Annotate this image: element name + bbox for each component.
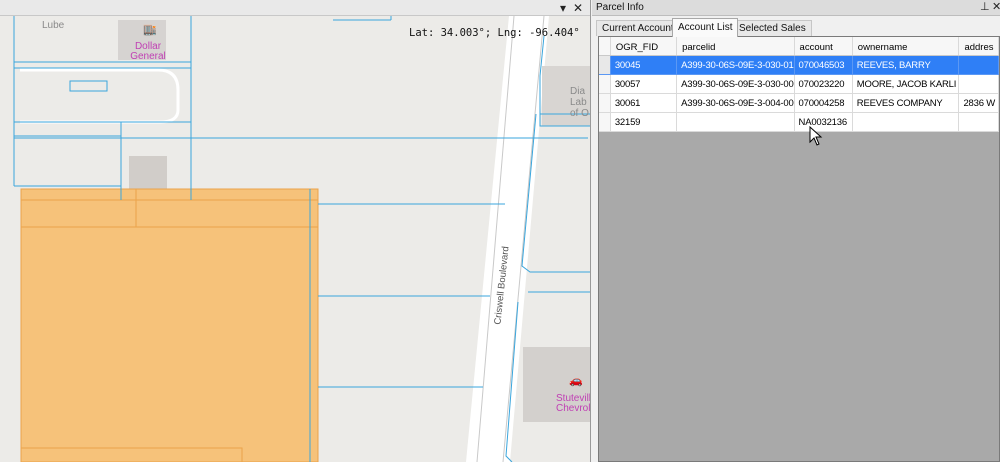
row-selector[interactable] (599, 74, 611, 94)
selected-parcel[interactable] (20, 188, 319, 462)
table-header-row: OGR_FID parcelid account ownername addre… (599, 37, 999, 56)
cell-ogr-fid[interactable]: 30061 (610, 93, 678, 113)
cell-account[interactable]: 070023220 (794, 74, 853, 94)
column-header-account[interactable]: account (794, 37, 853, 56)
close-icon[interactable]: ✕ (992, 1, 1000, 14)
cell-account[interactable]: NA0032136 (794, 112, 853, 132)
cell-ownername[interactable]: REEVES, BARRY (852, 55, 960, 75)
map-panel[interactable]: ▾ ✕ Lube 🏬 Dollar General Dia Lab of O C… (0, 0, 591, 462)
row-selector-header[interactable] (599, 37, 611, 56)
cell-address[interactable] (958, 74, 999, 94)
cell-address[interactable]: 2836 W (958, 93, 999, 113)
map-titlebar: ▾ ✕ (0, 0, 590, 16)
close-icon[interactable]: ✕ (573, 1, 583, 15)
table-row[interactable]: 30057 A399-30-06S-09E-3-030-00 070023220… (599, 74, 999, 94)
cell-account[interactable]: 070046503 (794, 55, 853, 75)
column-header-parcelid[interactable]: parcelid (676, 37, 795, 56)
table-row[interactable]: 32159 NA0032136 (599, 112, 999, 132)
row-selector[interactable] (599, 93, 611, 113)
cell-parcelid[interactable]: A399-30-06S-09E-3-030-00 (676, 74, 795, 94)
cell-ogr-fid[interactable]: 30057 (610, 74, 678, 94)
dollar-general-label-2: General (130, 51, 166, 62)
row-selector[interactable] (599, 55, 611, 75)
tab-current-account[interactable]: Current Account (596, 20, 680, 36)
column-header-ogr-fid[interactable]: OGR_FID (610, 37, 678, 56)
driveway (20, 68, 180, 124)
store-icon: 🏬 (143, 24, 157, 36)
account-table: OGR_FID parcelid account ownername addre… (599, 37, 999, 132)
car-icon: 🚗 (569, 375, 583, 387)
cell-parcelid[interactable] (676, 112, 795, 132)
column-header-ownername[interactable]: ownername (852, 37, 960, 56)
table-row[interactable]: 30045 A399-30-06S-09E-3-030-01 070046503… (599, 55, 999, 75)
panel-title: Parcel Info (596, 2, 644, 13)
row-selector[interactable] (599, 112, 611, 132)
chevron-down-icon[interactable]: ▾ (560, 1, 566, 15)
pin-icon[interactable]: ⊥ (980, 1, 990, 14)
cell-ownername[interactable]: REEVES COMPANY (852, 93, 960, 113)
cell-parcelid[interactable]: A399-30-06S-09E-3-004-00 (676, 93, 795, 113)
small-building (129, 156, 167, 192)
diag-label-1: Dia (570, 86, 586, 97)
table-row[interactable]: 30061 A399-30-06S-09E-3-004-00 070004258… (599, 93, 999, 113)
tab-selected-sales[interactable]: Selected Sales (733, 20, 812, 36)
tab-account-list[interactable]: Account List (672, 18, 739, 37)
column-header-address[interactable]: addres (958, 37, 999, 56)
tab-strip: Current Account Account List Selected Sa… (596, 18, 996, 37)
stuteville-label-2: Chevrole (556, 403, 591, 414)
lube-label: Lube (42, 20, 65, 31)
cell-ogr-fid[interactable]: 30045 (610, 55, 678, 75)
diag-label-2: Lab (570, 97, 587, 108)
cell-ownername[interactable] (852, 112, 960, 132)
cell-parcelid[interactable]: A399-30-06S-09E-3-030-01 (676, 55, 795, 75)
mouse-cursor-icon (809, 126, 823, 146)
parcel-info-panel: Parcel Info ⊥ ✕ Current Account Account … (592, 0, 1000, 462)
cell-ogr-fid[interactable]: 32159 (610, 112, 678, 132)
cell-address[interactable] (958, 112, 999, 132)
diag-label-3: of O (570, 108, 589, 119)
cell-account[interactable]: 070004258 (794, 93, 853, 113)
cell-address[interactable] (958, 55, 999, 75)
coordinate-readout: Lat: 34.003°; Lng: -96.404° (409, 27, 580, 39)
parcel-info-titlebar: Parcel Info ⊥ ✕ (592, 0, 1000, 16)
account-grid[interactable]: OGR_FID parcelid account ownername addre… (598, 36, 1000, 462)
cell-ownername[interactable]: MOORE, JACOB KARLI (852, 74, 960, 94)
